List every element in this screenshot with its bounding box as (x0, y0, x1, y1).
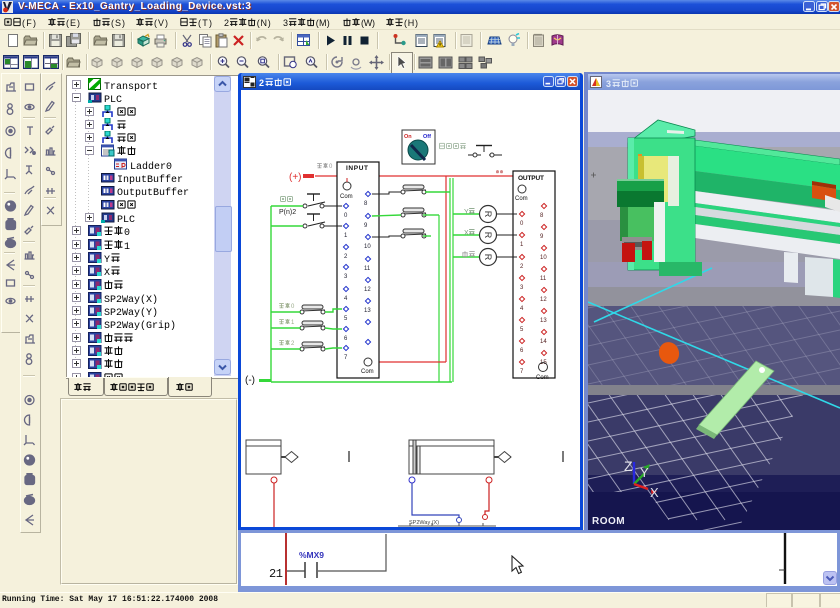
svg-text:(E): (E) (66, 18, 80, 28)
svg-text:(-): (-) (245, 375, 255, 386)
svg-text:10: 10 (364, 244, 371, 250)
svg-text:1: 1 (124, 242, 130, 251)
svg-text:(W): (W) (361, 18, 375, 28)
svg-text:OUTPUT: OUTPUT (518, 175, 544, 182)
svg-text:(H): (H) (404, 18, 418, 28)
svg-text:Z: Z (624, 458, 633, 474)
svg-text:3: 3 (606, 79, 611, 89)
svg-text:(T): (T) (198, 18, 212, 28)
svg-text:11: 11 (540, 276, 547, 282)
svg-text:10: 10 (540, 255, 547, 261)
svg-text:Transport: Transport (104, 82, 158, 91)
svg-text:(F): (F) (22, 18, 36, 28)
svg-text:(N): (N) (257, 18, 271, 28)
svg-text:X: X (464, 230, 469, 237)
svg-text:13: 13 (364, 308, 371, 314)
svg-text:PLC: PLC (104, 95, 122, 104)
svg-text:0: 0 (124, 228, 130, 237)
svg-text:Y: Y (640, 465, 649, 480)
svg-text:SP2Way(X): SP2Way(X) (104, 294, 158, 304)
svg-text:13: 13 (540, 318, 547, 324)
svg-text:2: 2 (259, 78, 264, 88)
svg-text:Y: Y (104, 255, 110, 264)
svg-text:R: R (483, 211, 493, 218)
svg-text:OutputBuffer: OutputBuffer (117, 187, 189, 197)
svg-text:Com: Com (340, 194, 353, 200)
svg-text:%MX9: %MX9 (299, 550, 324, 560)
svg-text:0: 0 (291, 304, 295, 310)
svg-text:InputBuffer: InputBuffer (117, 174, 183, 184)
svg-text:R: R (483, 232, 493, 239)
svg-text:(S): (S) (111, 18, 125, 28)
svg-text:X: X (650, 485, 659, 500)
svg-text:SP2Way(Y): SP2Way(Y) (104, 307, 158, 317)
svg-text:14: 14 (540, 339, 547, 345)
svg-text:(+): (+) (289, 172, 302, 183)
svg-text:Com: Com (515, 196, 528, 202)
svg-text:INPUT: INPUT (346, 165, 368, 172)
svg-text:12: 12 (364, 287, 371, 293)
svg-text:Com: Com (361, 369, 374, 375)
svg-text:Ladder0: Ladder0 (130, 161, 172, 171)
svg-text:Com: Com (536, 375, 549, 381)
svg-text:On: On (404, 134, 412, 140)
svg-text:1: 1 (291, 320, 295, 326)
svg-text:11: 11 (364, 266, 371, 272)
svg-text:SP2Way (X): SP2Way (X) (409, 520, 439, 526)
svg-text:0: 0 (329, 164, 333, 170)
svg-text:X: X (104, 268, 110, 277)
svg-text:SP2Way(Grip): SP2Way(Grip) (104, 320, 176, 330)
svg-text:ROOM: ROOM (592, 516, 625, 527)
svg-text:3: 3 (283, 18, 288, 28)
svg-text:(M): (M) (316, 18, 330, 28)
svg-text:R: R (483, 254, 493, 261)
svg-text:2: 2 (291, 341, 295, 347)
svg-text:12: 12 (540, 297, 547, 303)
svg-text:2: 2 (224, 18, 229, 28)
svg-text:21: 21 (269, 567, 283, 581)
svg-text:Off: Off (423, 134, 431, 140)
svg-text:(V): (V) (154, 18, 168, 28)
svg-text:Y: Y (464, 209, 469, 216)
svg-text:PLC: PLC (117, 215, 135, 224)
